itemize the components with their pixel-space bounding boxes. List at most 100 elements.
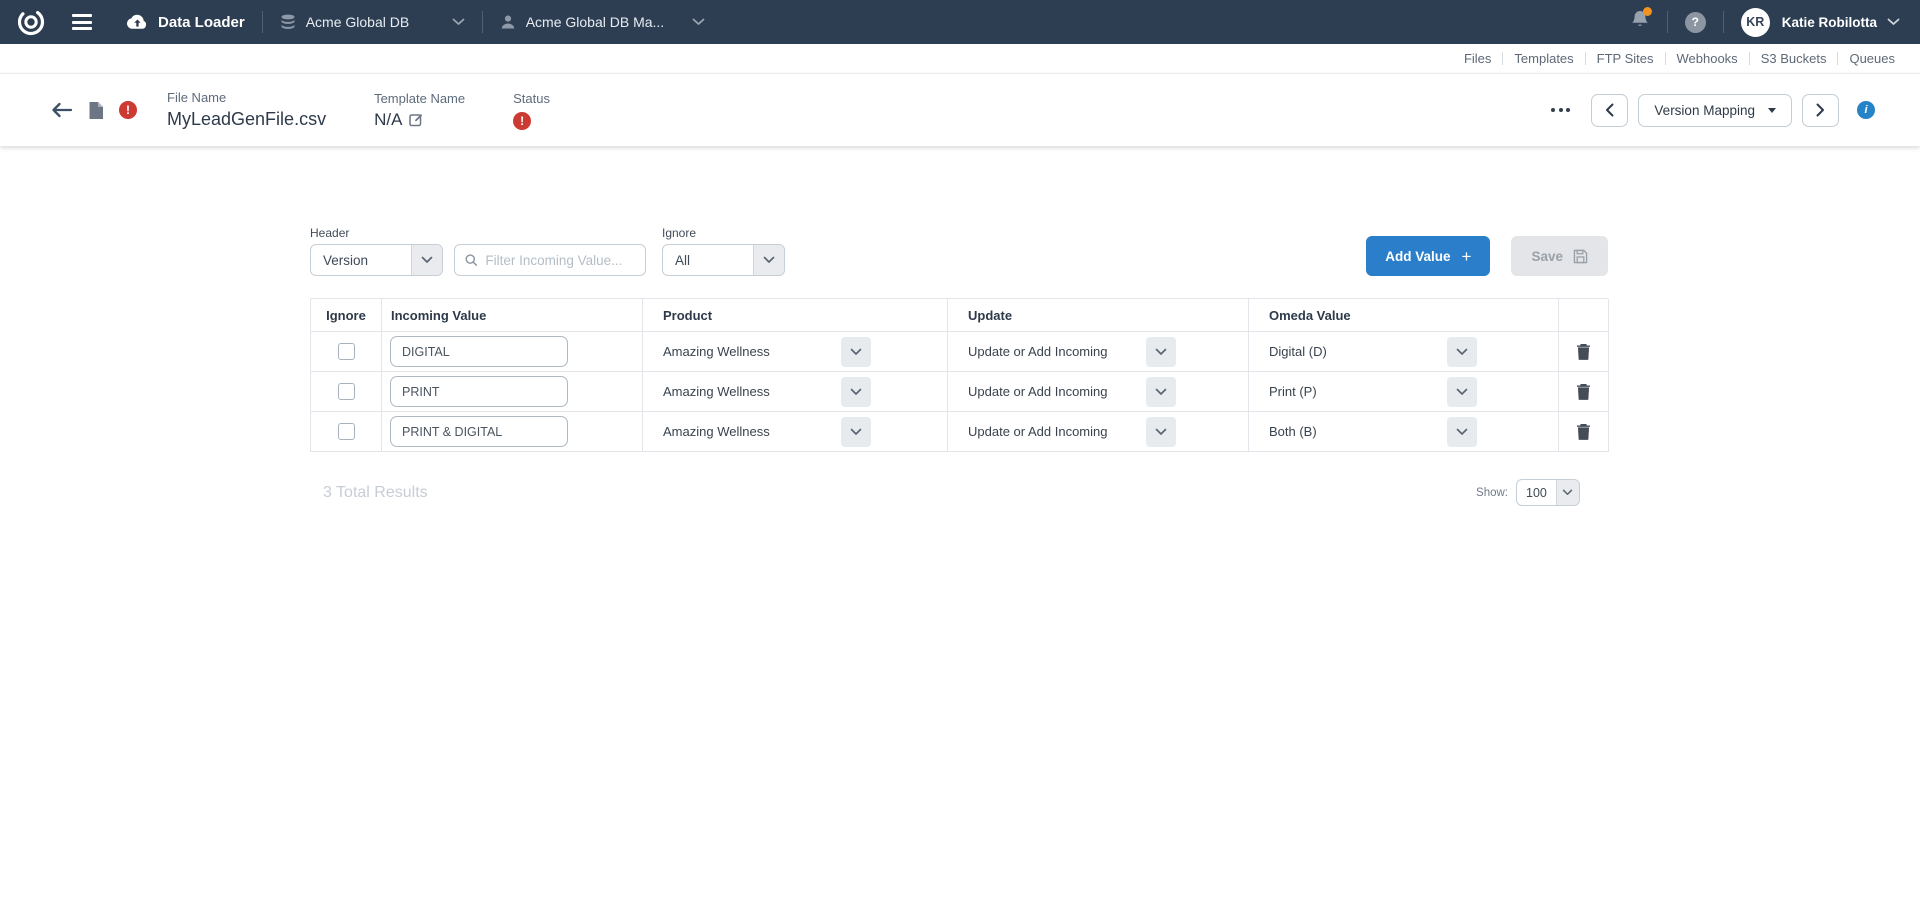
update-select[interactable]: Update or Add Incoming (968, 377, 1176, 407)
total-results-text: 3 Total Results (323, 484, 428, 502)
chevron-down-icon (452, 18, 465, 26)
column-header-omeda-value: Omeda Value (1249, 299, 1559, 332)
chevron-down-icon (1155, 348, 1167, 356)
file-error-badge: ! (119, 101, 137, 119)
column-header-incoming-value: Incoming Value (382, 299, 643, 332)
status-label: Status (513, 91, 550, 106)
omeda-value-select[interactable]: Both (B) (1269, 417, 1477, 447)
incoming-value-input[interactable] (390, 416, 568, 447)
table-row-cell (1559, 332, 1609, 372)
table-row-cell (311, 372, 382, 412)
incoming-value-input[interactable] (390, 376, 568, 407)
chevron-left-icon (1605, 103, 1614, 117)
mapping-table: Ignore Incoming Value Product Update Ome… (310, 298, 1608, 452)
table-row-cell (382, 372, 643, 412)
more-options-button[interactable] (1549, 102, 1572, 118)
table-row-cell: Update or Add Incoming (948, 332, 1249, 372)
info-icon[interactable]: i (1857, 101, 1875, 119)
incoming-value-filter-input[interactable] (485, 253, 635, 268)
add-value-button[interactable]: Add Value + (1366, 236, 1490, 276)
help-button[interactable]: ? (1685, 12, 1706, 33)
app-ident: Data Loader (126, 13, 245, 31)
chevron-down-icon (763, 256, 775, 264)
chevron-down-icon (1562, 489, 1573, 496)
save-button[interactable]: Save (1511, 236, 1608, 276)
delete-row-button[interactable] (1576, 343, 1591, 360)
database-dropdown-label: Acme Global DB (306, 14, 409, 30)
update-select[interactable]: Update or Add Incoming (968, 337, 1176, 367)
status-error-icon: ! (513, 112, 531, 130)
navbar-divider (482, 11, 483, 33)
header-select[interactable]: Version (310, 244, 443, 276)
table-row-cell: Amazing Wellness (643, 412, 948, 452)
hamburger-menu-icon[interactable] (72, 14, 92, 30)
prev-mapping-button[interactable] (1591, 94, 1628, 127)
database-dropdown[interactable]: Acme Global DB (280, 14, 465, 31)
file-name-field: File Name MyLeadGenFile.csv (167, 90, 326, 130)
header-actions: Version Mapping i (1549, 94, 1875, 127)
product-select[interactable]: Amazing Wellness (663, 417, 871, 447)
user-menu[interactable]: KR Katie Robilotta (1741, 8, 1900, 37)
table-row-cell: Amazing Wellness (643, 332, 948, 372)
nav-link-s3-buckets[interactable]: S3 Buckets (1750, 51, 1838, 66)
edit-icon (409, 112, 424, 127)
nav-link-queues[interactable]: Queues (1838, 51, 1906, 66)
show-label: Show: (1476, 487, 1508, 499)
back-button[interactable] (51, 102, 73, 118)
delete-row-button[interactable] (1576, 423, 1591, 440)
next-mapping-button[interactable] (1802, 94, 1839, 127)
omeda-value-select[interactable]: Print (P) (1269, 377, 1477, 407)
nav-link-webhooks[interactable]: Webhooks (1666, 51, 1749, 66)
header-select-value: Version (311, 253, 411, 268)
nav-link-files[interactable]: Files (1453, 51, 1502, 66)
chevron-down-icon (1456, 388, 1468, 396)
question-icon: ? (1692, 15, 1699, 29)
page-size-select[interactable]: 100 (1516, 479, 1580, 506)
ignore-checkbox[interactable] (338, 343, 355, 360)
chevron-down-icon (421, 256, 433, 264)
table-row-cell: Print (P) (1249, 372, 1559, 412)
chevron-down-icon (1887, 18, 1900, 26)
template-name-value: N/A (374, 110, 402, 130)
incoming-value-input[interactable] (390, 336, 568, 367)
navbar-divider (262, 11, 263, 33)
database-icon (280, 14, 296, 31)
table-row-cell: Amazing Wellness (643, 372, 948, 412)
table-row-cell: Update or Add Incoming (948, 372, 1249, 412)
ignore-checkbox[interactable] (338, 383, 355, 400)
results-footer: 3 Total Results Show: 100 (310, 479, 1608, 506)
update-select[interactable]: Update or Add Incoming (968, 417, 1176, 447)
nav-link-templates[interactable]: Templates (1503, 51, 1584, 66)
ignore-checkbox[interactable] (338, 423, 355, 440)
search-icon (465, 253, 477, 267)
navbar-right: ? KR Katie Robilotta (1630, 8, 1900, 37)
product-select[interactable]: Amazing Wellness (663, 337, 871, 367)
file-name-value: MyLeadGenFile.csv (167, 109, 326, 130)
file-name-label: File Name (167, 90, 326, 105)
table-row-cell: Update or Add Incoming (948, 412, 1249, 452)
chevron-down-icon (850, 388, 862, 396)
app-logo[interactable] (16, 7, 46, 37)
mapping-content: Header Version Ignore All Add Value + (310, 226, 1608, 506)
ignore-select-value: All (663, 253, 753, 268)
mapping-type-dropdown[interactable]: Version Mapping (1638, 94, 1792, 127)
table-row-cell (1559, 372, 1609, 412)
table-row-cell: Digital (D) (1249, 332, 1559, 372)
save-icon (1573, 249, 1588, 264)
chevron-down-icon (692, 18, 705, 26)
omeda-value-select[interactable]: Digital (D) (1269, 337, 1477, 367)
notification-bell-button[interactable] (1630, 9, 1650, 35)
trash-icon (1576, 423, 1591, 440)
app-title: Data Loader (158, 14, 245, 31)
delete-row-button[interactable] (1576, 383, 1591, 400)
ignore-select[interactable]: All (662, 244, 785, 276)
chevron-down-icon (1155, 388, 1167, 396)
template-name-field: Template Name N/A (374, 91, 465, 130)
nav-link-ftp-sites[interactable]: FTP Sites (1586, 51, 1665, 66)
edit-template-button[interactable] (409, 112, 424, 127)
error-icon: ! (520, 114, 524, 128)
incoming-value-filter (454, 244, 646, 276)
product-select[interactable]: Amazing Wellness (663, 377, 871, 407)
profile-dropdown[interactable]: Acme Global DB Ma... (500, 14, 705, 30)
table-row-cell (382, 332, 643, 372)
